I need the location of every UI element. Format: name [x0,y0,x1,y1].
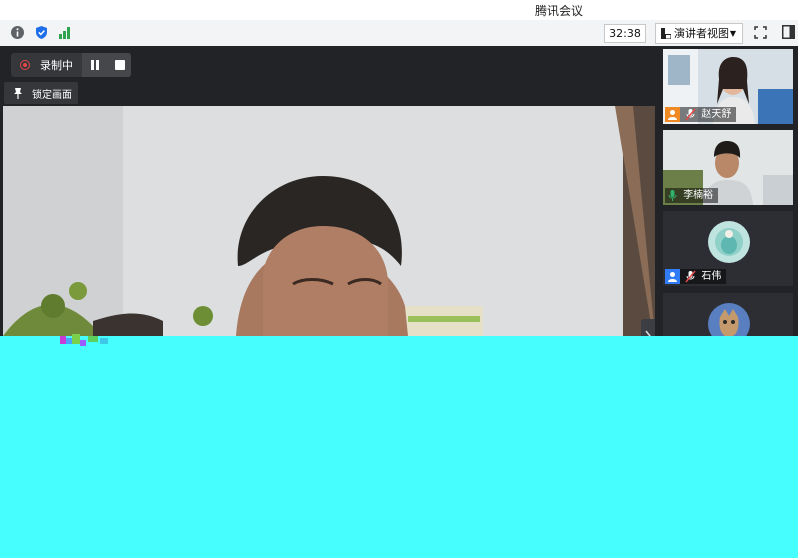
participant-name: 李楠裕 [683,190,714,201]
recording-controls [82,53,131,77]
pin-icon [14,88,22,99]
avatar [708,221,750,263]
mic-active-icon [668,190,677,201]
stop-icon[interactable] [115,60,125,70]
participant-tile[interactable]: 李楠裕 [663,130,793,205]
participant-name: 石伟 [701,271,722,282]
host-badge-icon [665,107,680,122]
speaker-video [3,106,655,336]
participant-tile[interactable]: 赵天舒 [663,49,793,124]
collapse-panel-handle[interactable] [641,319,655,336]
view-mode-dropdown[interactable]: 演讲者视图 ▼ [655,23,743,44]
meeting-toolbar: 32:38 演讲者视图 ▼ [0,20,798,47]
app-title: 腾讯会议 [535,4,584,18]
cyan-overlay-region [0,336,798,558]
mic-muted-icon [685,270,696,283]
signal-bars-icon[interactable] [57,25,72,40]
recording-indicator: 录制中 [11,53,131,77]
mic-muted-icon [685,108,696,121]
participant-name-tag: 赵天舒 [665,107,737,122]
view-mode-label: 演讲者视图 [674,27,729,40]
pause-icon[interactable] [89,59,101,71]
participant-name-tag: 李楠裕 [665,188,719,203]
recording-status: 录制中 [40,59,73,72]
lock-screen-label: 锁定画面 [32,90,72,101]
main-video-stage: 录制中 锁定画面 [0,46,655,336]
record-dot-icon [20,60,30,70]
meeting-timer: 32:38 [604,24,646,43]
user-badge-icon [665,269,680,284]
participant-tile[interactable]: 石伟 [663,211,793,286]
pixel-glitch [60,334,108,346]
participant-name: 赵天舒 [701,109,732,120]
sidebar-toggle-icon[interactable] [782,25,795,39]
fullscreen-icon[interactable] [754,26,767,39]
lock-screen-button[interactable]: 锁定画面 [4,82,78,104]
participant-name-tag: 石伟 [665,269,727,284]
chevron-down-icon: ▼ [729,29,736,38]
participant-panel: 赵天舒 李楠裕 石伟 [655,46,798,368]
info-icon[interactable] [10,25,25,40]
layout-icon [661,28,671,39]
title-bar: 腾讯会议 [0,0,798,20]
shield-icon[interactable] [34,25,49,40]
